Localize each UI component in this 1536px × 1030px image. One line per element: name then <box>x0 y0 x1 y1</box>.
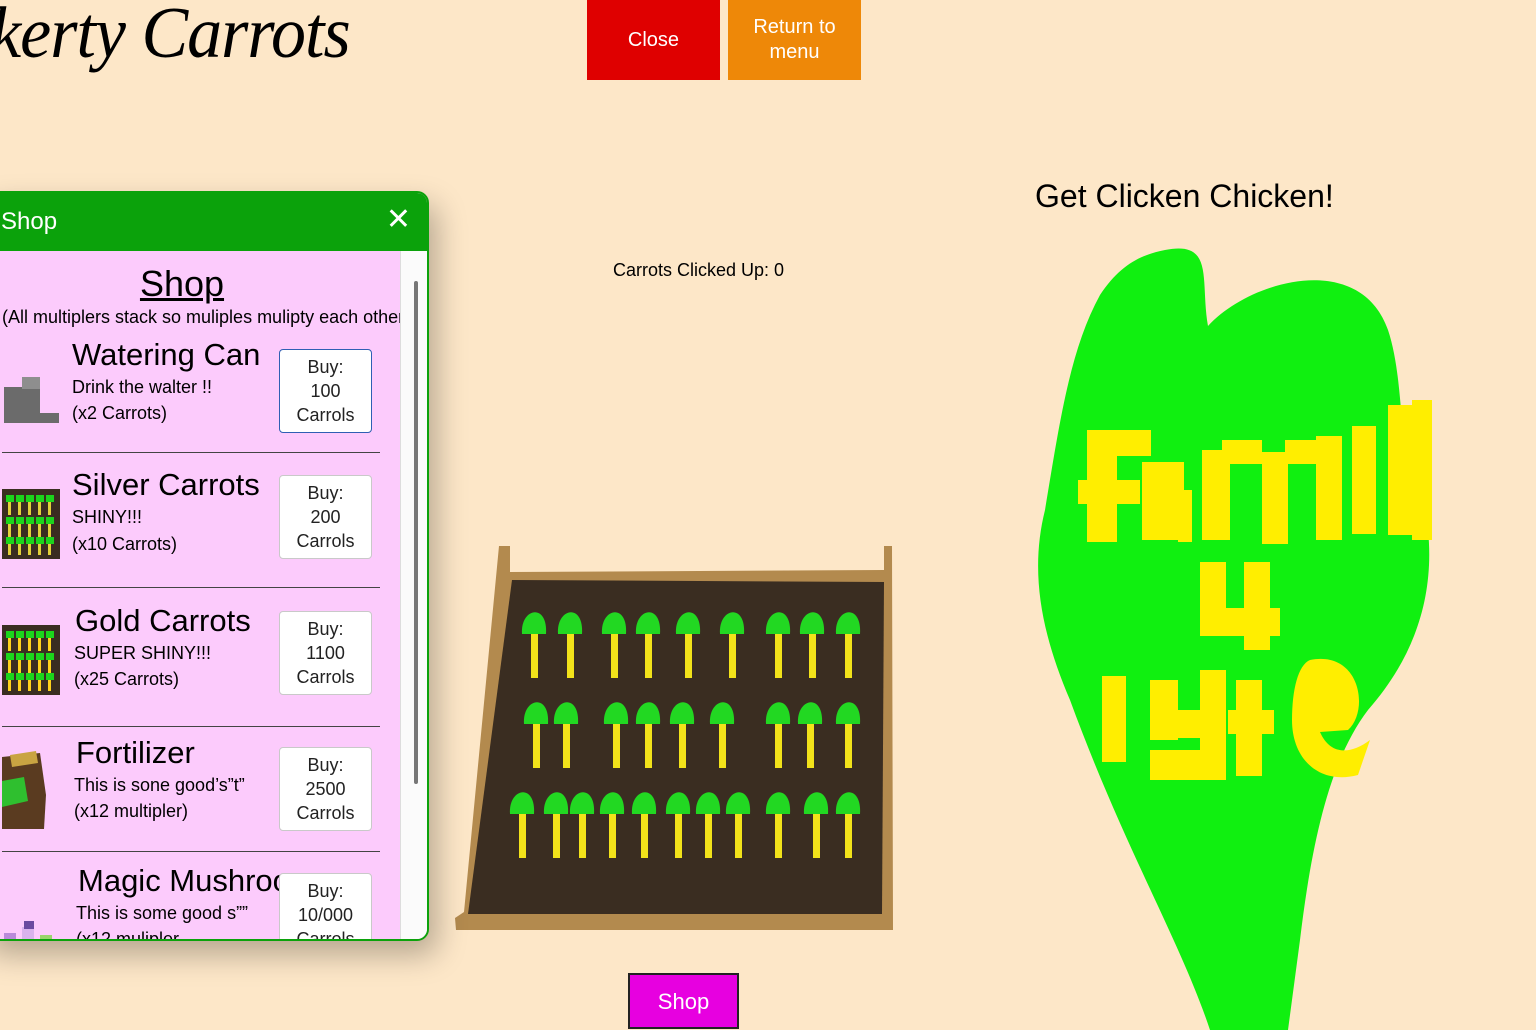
shop-note: (All multiplers stack so muliples mulipt… <box>2 307 415 327</box>
shop-item-gold-carrots: Gold Carrots SUPER SHINY!!! (x25 Carrots… <box>2 603 380 723</box>
shop-item-watering-can: Watering Can Drink the walter !! (x2 Car… <box>2 337 380 449</box>
item-divider <box>2 726 380 727</box>
item-multiplier: (x12 multipler) <box>74 801 189 821</box>
item-name: Fortilizer <box>76 735 195 770</box>
buy-price: 100 <box>310 381 341 401</box>
item-multiplier: (x25 Carrots) <box>74 669 180 689</box>
shop-heading: Shop <box>139 263 225 304</box>
buy-price: 200 <box>310 507 341 527</box>
fertilizer-bag-icon <box>2 751 46 829</box>
shop-body: Shop (All multiplers stack so muliples m… <box>0 251 427 941</box>
chicken-title: Get Clicken Chicken! <box>1035 178 1334 214</box>
item-multiplier: (x12 mulipler <box>76 929 180 941</box>
silver-carrots-icon <box>2 489 60 559</box>
close-button[interactable]: Close <box>587 0 720 80</box>
item-description: This is some good s”” <box>76 903 249 923</box>
item-divider <box>2 452 380 453</box>
item-divider <box>2 587 380 588</box>
carrots-counter: Carrots Clicked Up: 0 <box>613 260 785 280</box>
buy-unit: Carrols <box>296 531 355 551</box>
clicken-chicken-heart[interactable] <box>1030 240 1440 1030</box>
buy-label: Buy: <box>307 619 344 639</box>
buy-unit: Carrols <box>296 803 355 823</box>
item-multiplier: (x10 Carrots) <box>72 534 178 554</box>
item-divider <box>2 851 380 852</box>
buy-label: Buy: <box>307 755 344 775</box>
item-name: Silver Carrots <box>72 467 260 502</box>
shop-scrollbar[interactable] <box>400 251 427 939</box>
buy-fortilizer-button[interactable]: Buy: 2500 Carrols <box>279 747 372 831</box>
buy-watering-can-button[interactable]: Buy: 100 Carrols <box>279 349 372 433</box>
shop-item-silver-carrots: Silver Carrots SHINY!!! (x10 Carrots) Bu… <box>2 467 380 587</box>
shop-item-magic-mushroom: Magic Mushroom This is some good s”” (x1… <box>2 863 380 941</box>
buy-magic-mushroom-button[interactable]: Buy: 10/000 Carrols <box>279 873 372 941</box>
gold-carrots-icon <box>2 625 60 695</box>
buy-unit: Carrols <box>296 405 355 425</box>
buy-price: 2500 <box>305 779 346 799</box>
buy-gold-carrots-button[interactable]: Buy: 1100 Carrols <box>279 611 372 695</box>
shop-button[interactable]: Shop <box>628 973 739 1029</box>
buy-label: Buy: <box>307 881 344 901</box>
shop-header: Shop ✕ <box>0 193 427 251</box>
item-description: SHINY!!! <box>72 507 143 527</box>
item-name: Gold Carrots <box>75 603 251 638</box>
shop-window: Shop ✕ Shop (All multiplers stack so mul… <box>0 191 429 941</box>
item-description: Drink the walter !! <box>72 377 213 397</box>
buy-silver-carrots-button[interactable]: Buy: 200 Carrols <box>279 475 372 559</box>
watering-can-icon <box>4 377 59 423</box>
buy-price: 1100 <box>306 643 345 663</box>
shop-item-fortilizer: Fortilizer This is sone good’s”t” (x12 m… <box>2 735 380 855</box>
shop-close-icon[interactable]: ✕ <box>386 205 411 235</box>
game-title: ekerty Carrots <box>0 0 351 74</box>
buy-price: 10/000 <box>297 905 354 925</box>
shop-scrollbar-thumb[interactable] <box>414 281 418 784</box>
buy-label: Buy: <box>307 483 344 503</box>
magic-mushroom-icon <box>4 921 52 939</box>
buy-label: Buy: <box>307 357 344 377</box>
shop-window-title: Shop <box>1 208 58 235</box>
buy-unit: Carrols <box>296 929 355 941</box>
item-description: This is sone good’s”t” <box>74 775 245 795</box>
item-multiplier: (x2 Carrots) <box>72 403 168 423</box>
buy-unit: Carrols <box>296 667 355 687</box>
return-to-menu-button[interactable]: Return to menu <box>728 0 861 80</box>
carrot-plot[interactable] <box>452 542 897 934</box>
item-description: SUPER SHINY!!! <box>74 643 212 663</box>
item-name: Watering Can <box>72 337 261 372</box>
